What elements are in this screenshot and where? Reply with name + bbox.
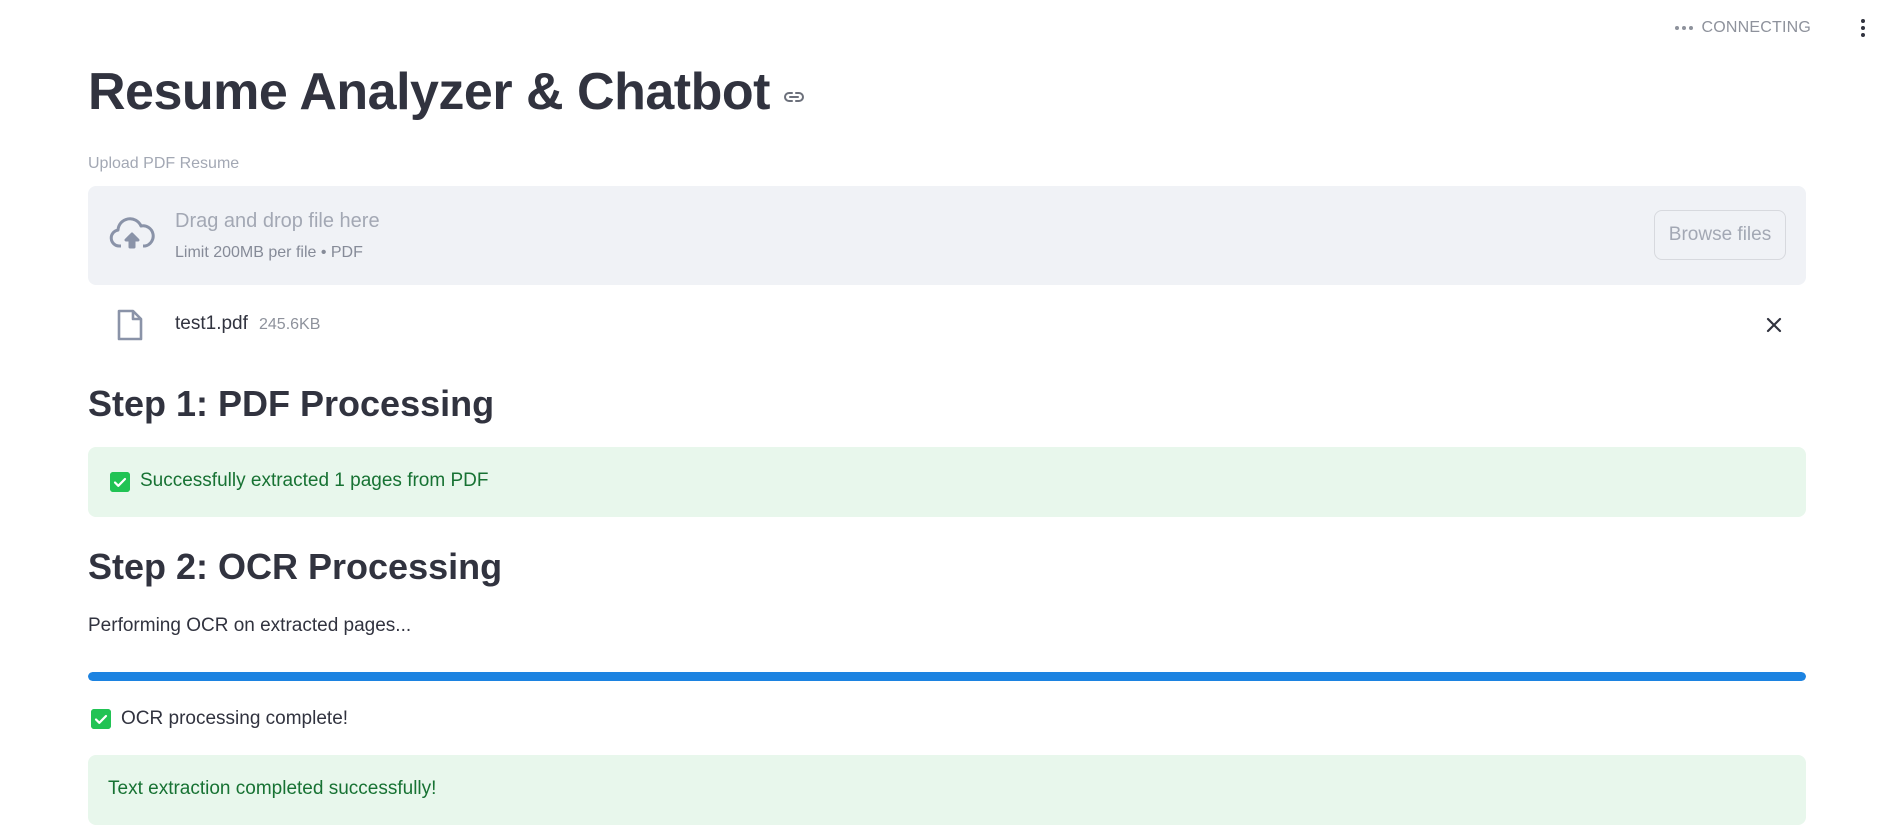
- success-alert-pdf: Successfully extracted 1 pages from PDF: [88, 447, 1806, 517]
- page-title: Resume Analyzer & Chatbot: [88, 63, 770, 121]
- file-dropzone[interactable]: Drag and drop file here Limit 200MB per …: [88, 186, 1806, 285]
- file-icon: [117, 309, 143, 341]
- connection-status-text: CONNECTING: [1701, 19, 1811, 36]
- ocr-complete-status: OCR processing complete!: [91, 707, 348, 731]
- file-size: 245.6KB: [259, 316, 321, 333]
- title-row: Resume Analyzer & Chatbot: [88, 62, 806, 122]
- step1-heading: Step 1: PDF Processing: [88, 383, 495, 424]
- dropzone-title: Drag and drop file here: [175, 210, 380, 232]
- file-name: test1.pdf: [175, 313, 248, 334]
- link-icon[interactable]: [782, 85, 806, 109]
- success-alert-text: Text extraction completed successfully!: [108, 778, 437, 799]
- ocr-progress-bar: [88, 672, 1806, 681]
- ocr-complete-text: OCR processing complete!: [121, 708, 349, 729]
- dropzone-subtitle: Limit 200MB per file • PDF: [175, 244, 363, 261]
- top-toolbar: CONNECTING: [1463, 0, 1883, 56]
- checkbox-check-icon: [110, 472, 130, 492]
- ocr-status-text: Performing OCR on extracted pages...: [88, 615, 412, 636]
- close-icon[interactable]: [1762, 313, 1786, 337]
- ocr-progress-fill: [88, 672, 1806, 681]
- browse-files-button[interactable]: Browse files: [1654, 210, 1786, 260]
- cloud-upload-icon: [109, 217, 155, 249]
- upload-label: Upload PDF Resume: [88, 155, 240, 172]
- dots-icon: [1675, 26, 1694, 30]
- connection-status: CONNECTING: [1675, 19, 1811, 37]
- uploaded-file-row: test1.pdf 245.6KB: [88, 300, 1806, 350]
- step2-heading: Step 2: OCR Processing: [88, 546, 503, 587]
- success-alert-extraction: Text extraction completed successfully!: [88, 755, 1806, 825]
- kebab-menu-icon[interactable]: [1851, 8, 1875, 48]
- success-alert-text: Successfully extracted 1 pages from PDF: [140, 470, 489, 491]
- checkbox-check-icon: [91, 709, 111, 729]
